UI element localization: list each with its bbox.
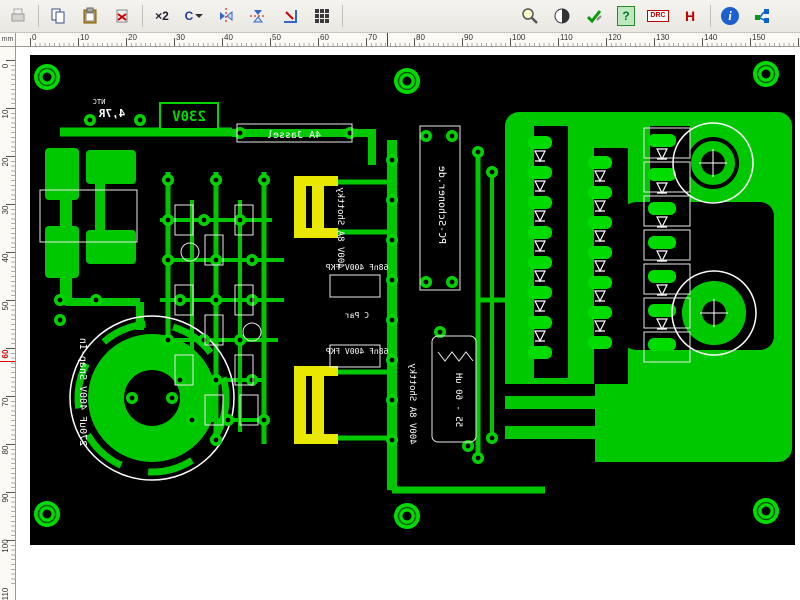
v-ruler-tick: 30 — [1, 205, 10, 215]
v-ruler-tick: 80 — [1, 445, 10, 455]
scale-x2-label: ×2 — [155, 9, 169, 23]
toolbar-separator — [342, 5, 343, 27]
cursor-marker-v — [0, 361, 15, 362]
mirror-vertical-button[interactable] — [244, 2, 272, 30]
pcb-label-shottky-1: 400V 8A Shottky — [335, 187, 345, 269]
v-ruler-tick: 20 — [1, 157, 10, 167]
v-ruler-tick: 0 — [1, 63, 10, 69]
h-ruler-tick: 150 — [752, 33, 766, 42]
delete-icon — [116, 9, 128, 23]
footprint-button[interactable] — [748, 2, 776, 30]
h-ruler-tick: 100 — [512, 33, 526, 42]
v-ruler-tick: 50 — [1, 301, 10, 311]
ruler-unit-label: mm — [1, 36, 14, 43]
cursor-marker-h — [387, 33, 388, 46]
help-label: ? — [617, 6, 635, 26]
pcb-label-voltage: 230V — [172, 109, 206, 125]
drc-label: DRC — [647, 10, 669, 22]
copy-icon — [51, 8, 65, 24]
pcb-label-shottky-2: 400V 8A Shottky — [407, 363, 417, 445]
h-ruler-tick: 30 — [176, 33, 185, 42]
ruler-unit-box: mm — [0, 33, 16, 47]
toolbar-separator — [142, 5, 143, 27]
toolbar-separator — [710, 5, 711, 27]
horizontal-ruler: 0 10 20 30 40 50 60 70 80 90 100 110 120… — [16, 33, 800, 47]
toolbar-separator — [38, 5, 39, 27]
footprint-icon — [755, 9, 769, 23]
pcb-label-cpar: C Par — [345, 311, 369, 320]
info-label: i — [721, 7, 739, 25]
array-button[interactable] — [308, 2, 336, 30]
pcb-label-brand: PC-Schoner.de — [436, 166, 447, 244]
h-ruler-tick: 90 — [464, 33, 473, 42]
v-ruler-tick: 70 — [1, 397, 10, 407]
mirror-horizontal-button[interactable] — [212, 2, 240, 30]
v-ruler-tick: 90 — [1, 493, 10, 503]
pcb-editor-window: ×2 C ? DRC H i mm 0 10 20 30 40 50 60 70… — [0, 0, 800, 600]
h-ruler-tick: 60 — [320, 33, 329, 42]
h-ruler-tick: 120 — [608, 33, 622, 42]
pcb-label-cap: 270uF 400V Snap-In — [77, 338, 88, 446]
zoom-icon — [522, 8, 538, 24]
delete-button[interactable] — [108, 2, 136, 30]
pcb-label-inductor: 55 - 60 uH — [453, 373, 463, 427]
zoom-button[interactable] — [516, 2, 544, 30]
print-button[interactable] — [4, 2, 32, 30]
vertical-ruler: 0 10 20 30 40 50 60 70 80 90 100 110 — [0, 47, 16, 600]
rotate-label: C — [184, 9, 194, 23]
h-ruler-tick: 140 — [704, 33, 718, 42]
check-icon — [586, 10, 602, 24]
v-ruler-tick: 110 — [1, 587, 10, 600]
pcb-label-ntc: NTC — [93, 98, 106, 106]
h-ruler-tick: 80 — [416, 33, 425, 42]
contrast-icon — [554, 8, 570, 24]
check-button[interactable] — [580, 2, 608, 30]
info-button[interactable]: i — [716, 2, 744, 30]
flip-icon — [284, 10, 297, 23]
pcb-label-ntc-value: 4,7R — [98, 107, 125, 120]
v-ruler-tick: 60 — [1, 349, 10, 359]
h-ruler-tick: 10 — [80, 33, 89, 42]
toolbar: ×2 C ? DRC H i — [0, 0, 800, 33]
h-ruler-tick: 40 — [224, 33, 233, 42]
h-label: H — [684, 8, 696, 24]
paste-button[interactable] — [76, 2, 104, 30]
h-ruler-tick: 50 — [272, 33, 281, 42]
h-ruler-tick: 0 — [32, 33, 37, 42]
pcb-render: NTC 4,7R 230V 4A Jassel 400V 8A Shottky … — [30, 55, 795, 545]
v-ruler-tick: 40 — [1, 253, 10, 263]
pcb-label-fuse: 4A Jassel — [267, 130, 321, 141]
h-ruler-tick: 20 — [128, 33, 137, 42]
contrast-button[interactable] — [548, 2, 576, 30]
v-ruler-tick: 10 — [1, 109, 10, 119]
help-button[interactable]: ? — [612, 2, 640, 30]
paste-icon — [83, 7, 97, 24]
chevron-down-icon — [195, 14, 204, 18]
h-ruler-tick: 110 — [560, 33, 573, 42]
mirror-horizontal-icon — [220, 8, 233, 24]
scale-x2-button[interactable]: ×2 — [148, 2, 176, 30]
pcb-label-fkp-2: 68nF 400V FKP — [326, 347, 389, 356]
flip-button[interactable] — [276, 2, 304, 30]
pcb-canvas[interactable]: NTC 4,7R 230V 4A Jassel 400V 8A Shottky … — [16, 47, 800, 600]
mirror-vertical-icon — [250, 10, 266, 23]
v-ruler-tick: 100 — [1, 539, 10, 553]
h-ruler-tick: 130 — [656, 33, 670, 42]
rotate-button[interactable]: C — [180, 2, 208, 30]
h-button[interactable]: H — [676, 2, 704, 30]
copy-button[interactable] — [44, 2, 72, 30]
pcb-label-fkp-1: 68nF 400V FKP — [326, 263, 389, 272]
h-ruler-tick: 70 — [368, 33, 377, 42]
array-icon — [315, 9, 329, 23]
print-icon — [11, 8, 25, 22]
drc-button[interactable]: DRC — [644, 2, 672, 30]
